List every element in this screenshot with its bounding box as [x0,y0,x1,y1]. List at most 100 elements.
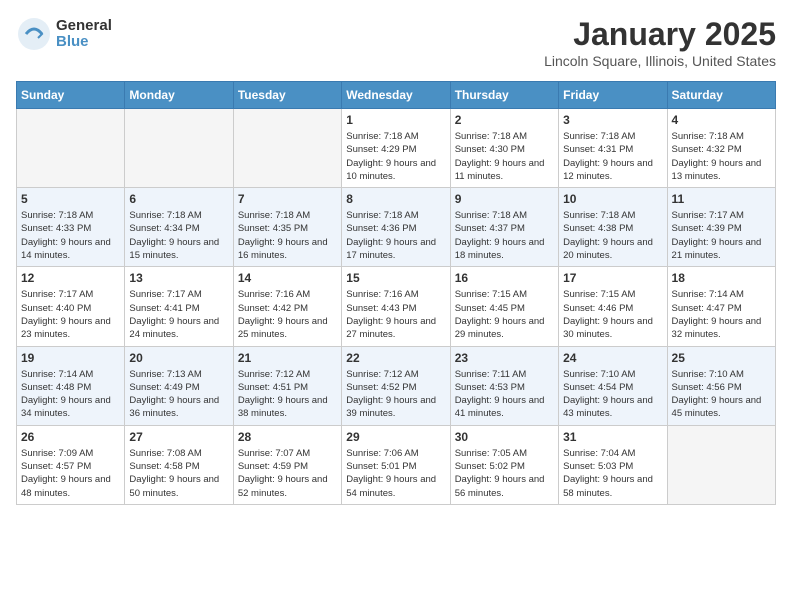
day-info: Sunrise: 7:10 AMSunset: 4:54 PMDaylight:… [563,368,662,421]
day-number: 13 [129,271,228,285]
day-number: 15 [346,271,445,285]
calendar-day-cell: 30Sunrise: 7:05 AMSunset: 5:02 PMDayligh… [450,425,558,504]
day-info: Sunrise: 7:08 AMSunset: 4:58 PMDaylight:… [129,447,228,500]
weekday-header-monday: Monday [125,82,233,109]
day-info: Sunrise: 7:18 AMSunset: 4:34 PMDaylight:… [129,209,228,262]
day-info: Sunrise: 7:17 AMSunset: 4:39 PMDaylight:… [672,209,771,262]
calendar-day-cell: 24 Sunrise: 7:10 AMSunset: 4:54 PMDayligh… [559,346,667,425]
day-number: 20 [129,351,228,365]
day-number: 17 [563,271,662,285]
day-number: 7 [238,192,337,206]
calendar-week-row: 19 Sunrise: 7:14 AMSunset: 4:48 PMDayligh… [17,346,776,425]
calendar-day-cell: 9Sunrise: 7:18 AMSunset: 4:37 PMDaylight… [450,188,558,267]
weekday-header-saturday: Saturday [667,82,775,109]
day-info: Sunrise: 7:05 AMSunset: 5:02 PMDaylight:… [455,447,554,500]
day-number: 16 [455,271,554,285]
day-number: 21 [238,351,337,365]
day-info: Sunrise: 7:17 AMSunset: 4:40 PMDaylight:… [21,288,120,341]
day-info: Sunrise: 7:04 AMSunset: 5:03 PMDaylight:… [563,447,662,500]
calendar-day-cell: 15Sunrise: 7:16 AMSunset: 4:43 PMDayligh… [342,267,450,346]
day-number: 8 [346,192,445,206]
day-number: 5 [21,192,120,206]
day-number: 4 [672,113,771,127]
day-number: 1 [346,113,445,127]
month-title: January 2025 [544,16,776,53]
day-info: Sunrise: 7:11 AMSunset: 4:53 PMDaylight:… [455,368,554,421]
day-info: Sunrise: 7:15 AMSunset: 4:45 PMDaylight:… [455,288,554,341]
calendar-day-cell: 20 Sunrise: 7:13 AMSunset: 4:49 PMDayligh… [125,346,233,425]
calendar-day-cell: 17Sunrise: 7:15 AMSunset: 4:46 PMDayligh… [559,267,667,346]
day-number: 19 [21,351,120,365]
day-info: Sunrise: 7:14 AMSunset: 4:47 PMDaylight:… [672,288,771,341]
day-number: 31 [563,430,662,444]
day-info: Sunrise: 7:17 AMSunset: 4:41 PMDaylight:… [129,288,228,341]
day-info: Sunrise: 7:18 AMSunset: 4:35 PMDaylight:… [238,209,337,262]
calendar-day-cell: 3 Sunrise: 7:18 AMSunset: 4:31 PMDaylight… [559,109,667,188]
calendar-week-row: 1Sunrise: 7:18 AMSunset: 4:29 PMDaylight… [17,109,776,188]
calendar-week-row: 5 Sunrise: 7:18 AMSunset: 4:33 PMDaylight… [17,188,776,267]
day-number: 25 [672,351,771,365]
day-info: Sunrise: 7:18 AMSunset: 4:37 PMDaylight:… [455,209,554,262]
calendar-day-cell: 12 Sunrise: 7:17 AMSunset: 4:40 PMDayligh… [17,267,125,346]
day-number: 26 [21,430,120,444]
title-section: January 2025 Lincoln Square, Illinois, U… [544,16,776,69]
logo-icon [16,16,52,52]
day-info: Sunrise: 7:10 AMSunset: 4:56 PMDaylight:… [672,368,771,421]
calendar-day-cell: 2 Sunrise: 7:18 AMSunset: 4:30 PMDaylight… [450,109,558,188]
calendar-day-cell: 22 Sunrise: 7:12 AMSunset: 4:52 PMDayligh… [342,346,450,425]
location-text: Lincoln Square, Illinois, United States [544,53,776,69]
calendar-day-cell: 6 Sunrise: 7:18 AMSunset: 4:34 PMDaylight… [125,188,233,267]
weekday-header-sunday: Sunday [17,82,125,109]
calendar-day-cell: 4Sunrise: 7:18 AMSunset: 4:32 PMDaylight… [667,109,775,188]
calendar-day-cell: 31 Sunrise: 7:04 AMSunset: 5:03 PMDayligh… [559,425,667,504]
calendar-day-cell: 23 Sunrise: 7:11 AMSunset: 4:53 PMDayligh… [450,346,558,425]
page-header: General Blue January 2025 Lincoln Square… [16,16,776,69]
day-info: Sunrise: 7:06 AMSunset: 5:01 PMDaylight:… [346,447,445,500]
day-info: Sunrise: 7:18 AMSunset: 4:33 PMDaylight:… [21,209,120,262]
day-number: 12 [21,271,120,285]
day-number: 2 [455,113,554,127]
day-number: 27 [129,430,228,444]
calendar-day-cell: 11Sunrise: 7:17 AMSunset: 4:39 PMDayligh… [667,188,775,267]
weekday-header-wednesday: Wednesday [342,82,450,109]
day-number: 18 [672,271,771,285]
calendar-day-cell [125,109,233,188]
logo-blue-text: Blue [56,34,112,51]
day-info: Sunrise: 7:16 AMSunset: 4:42 PMDaylight:… [238,288,337,341]
weekday-header-tuesday: Tuesday [233,82,341,109]
calendar-table: SundayMondayTuesdayWednesdayThursdayFrid… [16,81,776,505]
calendar-day-cell [233,109,341,188]
calendar-day-cell: 28Sunrise: 7:07 AMSunset: 4:59 PMDayligh… [233,425,341,504]
calendar-day-cell: 26 Sunrise: 7:09 AMSunset: 4:57 PMDayligh… [17,425,125,504]
calendar-day-cell: 25 Sunrise: 7:10 AMSunset: 4:56 PMDayligh… [667,346,775,425]
calendar-day-cell: 18 Sunrise: 7:14 AMSunset: 4:47 PMDayligh… [667,267,775,346]
calendar-day-cell: 16 Sunrise: 7:15 AMSunset: 4:45 PMDayligh… [450,267,558,346]
day-info: Sunrise: 7:18 AMSunset: 4:30 PMDaylight:… [455,130,554,183]
day-number: 14 [238,271,337,285]
day-number: 22 [346,351,445,365]
day-number: 10 [563,192,662,206]
calendar-day-cell: 14 Sunrise: 7:16 AMSunset: 4:42 PMDayligh… [233,267,341,346]
calendar-day-cell [667,425,775,504]
calendar-day-cell: 21 Sunrise: 7:12 AMSunset: 4:51 PMDayligh… [233,346,341,425]
weekday-header-friday: Friday [559,82,667,109]
day-number: 6 [129,192,228,206]
day-info: Sunrise: 7:13 AMSunset: 4:49 PMDaylight:… [129,368,228,421]
calendar-day-cell: 10 Sunrise: 7:18 AMSunset: 4:38 PMDayligh… [559,188,667,267]
calendar-day-cell: 7 Sunrise: 7:18 AMSunset: 4:35 PMDaylight… [233,188,341,267]
day-info: Sunrise: 7:12 AMSunset: 4:51 PMDaylight:… [238,368,337,421]
day-info: Sunrise: 7:18 AMSunset: 4:31 PMDaylight:… [563,130,662,183]
calendar-day-cell: 13 Sunrise: 7:17 AMSunset: 4:41 PMDayligh… [125,267,233,346]
day-number: 24 [563,351,662,365]
day-info: Sunrise: 7:18 AMSunset: 4:38 PMDaylight:… [563,209,662,262]
calendar-day-cell: 27 Sunrise: 7:08 AMSunset: 4:58 PMDayligh… [125,425,233,504]
day-info: Sunrise: 7:09 AMSunset: 4:57 PMDaylight:… [21,447,120,500]
calendar-week-row: 26 Sunrise: 7:09 AMSunset: 4:57 PMDayligh… [17,425,776,504]
day-number: 23 [455,351,554,365]
day-info: Sunrise: 7:14 AMSunset: 4:48 PMDaylight:… [21,368,120,421]
day-info: Sunrise: 7:12 AMSunset: 4:52 PMDaylight:… [346,368,445,421]
day-info: Sunrise: 7:07 AMSunset: 4:59 PMDaylight:… [238,447,337,500]
day-number: 3 [563,113,662,127]
calendar-day-cell: 8Sunrise: 7:18 AMSunset: 4:36 PMDaylight… [342,188,450,267]
day-number: 29 [346,430,445,444]
